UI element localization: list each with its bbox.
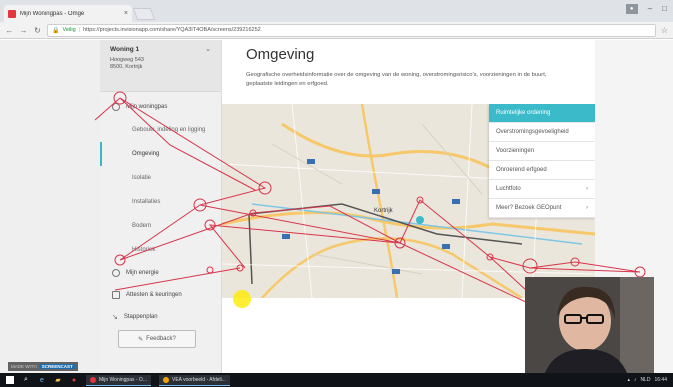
- close-tab-icon[interactable]: ×: [124, 10, 128, 17]
- file-explorer-icon[interactable]: ▰: [54, 376, 62, 384]
- url-input[interactable]: 🔒 Veilig | https://projects.invisionapp.…: [47, 23, 656, 37]
- layer-label: Luchtfoto: [496, 186, 521, 192]
- home-address: Hoogweg 543 8500, Kortrijk: [110, 57, 211, 71]
- tab-title: Mijn Woningpas - Omge: [20, 10, 85, 17]
- home-address-line1: Hoogweg 543: [110, 57, 144, 63]
- map-layer-panel: Ruimtelijke ordening Overstromingsgevoel…: [489, 104, 595, 218]
- forward-arrow-icon[interactable]: →: [19, 26, 28, 35]
- sidebar-item-isolatie[interactable]: Isolatie: [100, 166, 221, 190]
- volume-icon[interactable]: ♪: [634, 377, 637, 383]
- layer-overstromingsgevoeligheid[interactable]: Overstromingsgevoeligheid: [489, 123, 595, 142]
- layer-voorzieningen[interactable]: Voorzieningen: [489, 142, 595, 161]
- mouse-cursor-highlight: [233, 290, 251, 308]
- sidebar-item-gebouw[interactable]: Gebouw, indeling en ligging: [100, 118, 221, 142]
- layer-geopunt[interactable]: Meer? Bezoek GEOpunt ›: [489, 199, 595, 218]
- map-view[interactable]: Kortrijk Ruimtelijke ordening Overstromi…: [222, 104, 595, 298]
- network-icon[interactable]: ▴: [627, 377, 630, 383]
- sidebar-section-label: Attesten & keuringen: [126, 292, 182, 298]
- new-tab-button[interactable]: [132, 8, 156, 20]
- sidebar-section-label: Stappenplan: [123, 314, 158, 320]
- chrome-icon: [90, 376, 96, 383]
- url-text: https://projects.invisionapp.com/share/Y…: [83, 27, 261, 33]
- chevron-down-icon[interactable]: ⌄: [205, 45, 211, 53]
- system-tray: ▴ ♪ NLD 16:44: [627, 377, 667, 383]
- watermark-text: MADE WITH: [11, 364, 37, 369]
- screenshot-root: Mijn Woningpas - Omge × ● – □ ← → ↻ 🔒 Ve…: [0, 0, 673, 387]
- sidebar: Woning 1 Hoogweg 543 8500, Kortrijk ⌄ Mi…: [100, 40, 222, 373]
- taskbar-app-label: Mijn Woningpas - O...: [99, 376, 147, 383]
- lock-icon: 🔒: [52, 27, 60, 34]
- reload-icon[interactable]: ↻: [33, 26, 42, 35]
- taskbar-app-label: VEA voorbeeld - Afdeli...: [171, 376, 226, 383]
- left-gutter: [0, 40, 100, 373]
- edge-browser-icon[interactable]: e: [38, 376, 46, 384]
- sidebar-section-woningpas[interactable]: Mijn woningpas: [100, 96, 221, 118]
- bulb-icon: [112, 269, 120, 277]
- presenter-video-icon: [525, 277, 654, 373]
- sidebar-item-historiek[interactable]: Historiek: [100, 238, 221, 262]
- favicon-icon: [8, 9, 16, 18]
- layer-label: Overstromingsgevoeligheid: [496, 129, 569, 135]
- back-arrow-icon[interactable]: ←: [5, 26, 14, 35]
- home-address-line2: 8500, Kortrijk: [110, 64, 143, 70]
- chevron-right-icon: ›: [586, 205, 588, 211]
- sidebar-section-energie[interactable]: Mijn energie: [100, 262, 221, 284]
- sidebar-item-installaties[interactable]: Installaties: [100, 190, 221, 214]
- clock[interactable]: 16:44: [654, 377, 667, 383]
- route-icon: ↘: [112, 314, 118, 321]
- layer-label: Voorzieningen: [496, 148, 535, 154]
- window-controls: ● – □: [625, 4, 667, 14]
- taskbar-app-browser[interactable]: Mijn Woningpas - O...: [86, 374, 151, 386]
- sidebar-section-stappenplan[interactable]: ↘ Stappenplan: [100, 306, 221, 328]
- house-icon: [112, 103, 120, 111]
- user-profile-icon[interactable]: ●: [625, 4, 638, 14]
- minimize-button[interactable]: –: [648, 4, 652, 14]
- chrome-icon: [162, 376, 169, 383]
- sidebar-section-attesten[interactable]: Attesten & keuringen: [100, 284, 221, 306]
- browser-addressbar: ← → ↻ 🔒 Veilig | https://projects.invisi…: [0, 22, 673, 39]
- home-selector[interactable]: Woning 1 Hoogweg 543 8500, Kortrijk ⌄: [100, 40, 221, 92]
- layer-luchtfoto[interactable]: Luchtfoto ›: [489, 180, 595, 199]
- page-description: Geografische overheidsinformatie over de…: [246, 72, 547, 87]
- sidebar-item-bodem[interactable]: Bodem: [100, 214, 221, 238]
- chat-icon: ✎: [138, 336, 144, 343]
- sidebar-item-omgeving[interactable]: Omgeving: [100, 142, 221, 166]
- browser-tab[interactable]: Mijn Woningpas - Omge ×: [4, 5, 132, 22]
- windows-start-icon[interactable]: [6, 376, 14, 384]
- os-taskbar: ⌕ e ▰ ● Mijn Woningpas - O... VEA voorbe…: [0, 373, 673, 387]
- language-indicator[interactable]: NLD: [640, 377, 650, 383]
- feedback-label: Feedback?: [146, 336, 176, 342]
- recording-watermark: MADE WITH SCREENCAST: [8, 362, 78, 371]
- browser-tabbar: Mijn Woningpas - Omge × ● – □: [0, 0, 673, 22]
- maximize-button[interactable]: □: [662, 4, 667, 14]
- url-separator: |: [78, 27, 81, 33]
- search-icon[interactable]: ⌕: [22, 376, 30, 384]
- page-title: Omgeving: [246, 46, 315, 63]
- layer-label: Onroerend erfgoed: [496, 167, 547, 173]
- bookmark-star-icon[interactable]: ☆: [661, 26, 668, 35]
- layer-label: Meer? Bezoek GEOpunt: [496, 205, 562, 211]
- layer-onroerend-erfgoed[interactable]: Onroerend erfgoed: [489, 161, 595, 180]
- chevron-right-icon: ›: [586, 186, 588, 192]
- sidebar-section-label: Mijn woningpas: [126, 104, 168, 110]
- layer-label: Ruimtelijke ordening: [496, 110, 551, 116]
- map-city-label: Kortrijk: [374, 208, 394, 214]
- webcam-overlay: [525, 277, 654, 373]
- home-title: Woning 1: [110, 46, 140, 53]
- secure-label: Veilig: [62, 27, 76, 33]
- feedback-button[interactable]: ✎ Feedback?: [118, 330, 196, 348]
- chrome-icon[interactable]: ●: [70, 376, 78, 384]
- layer-ruimtelijke-ordening[interactable]: Ruimtelijke ordening: [489, 104, 595, 123]
- sidebar-section-label: Mijn energie: [126, 270, 159, 276]
- taskbar-app-document[interactable]: VEA voorbeeld - Afdeli...: [158, 374, 230, 386]
- watermark-brand: SCREENCAST: [39, 364, 75, 369]
- document-icon: [112, 291, 120, 299]
